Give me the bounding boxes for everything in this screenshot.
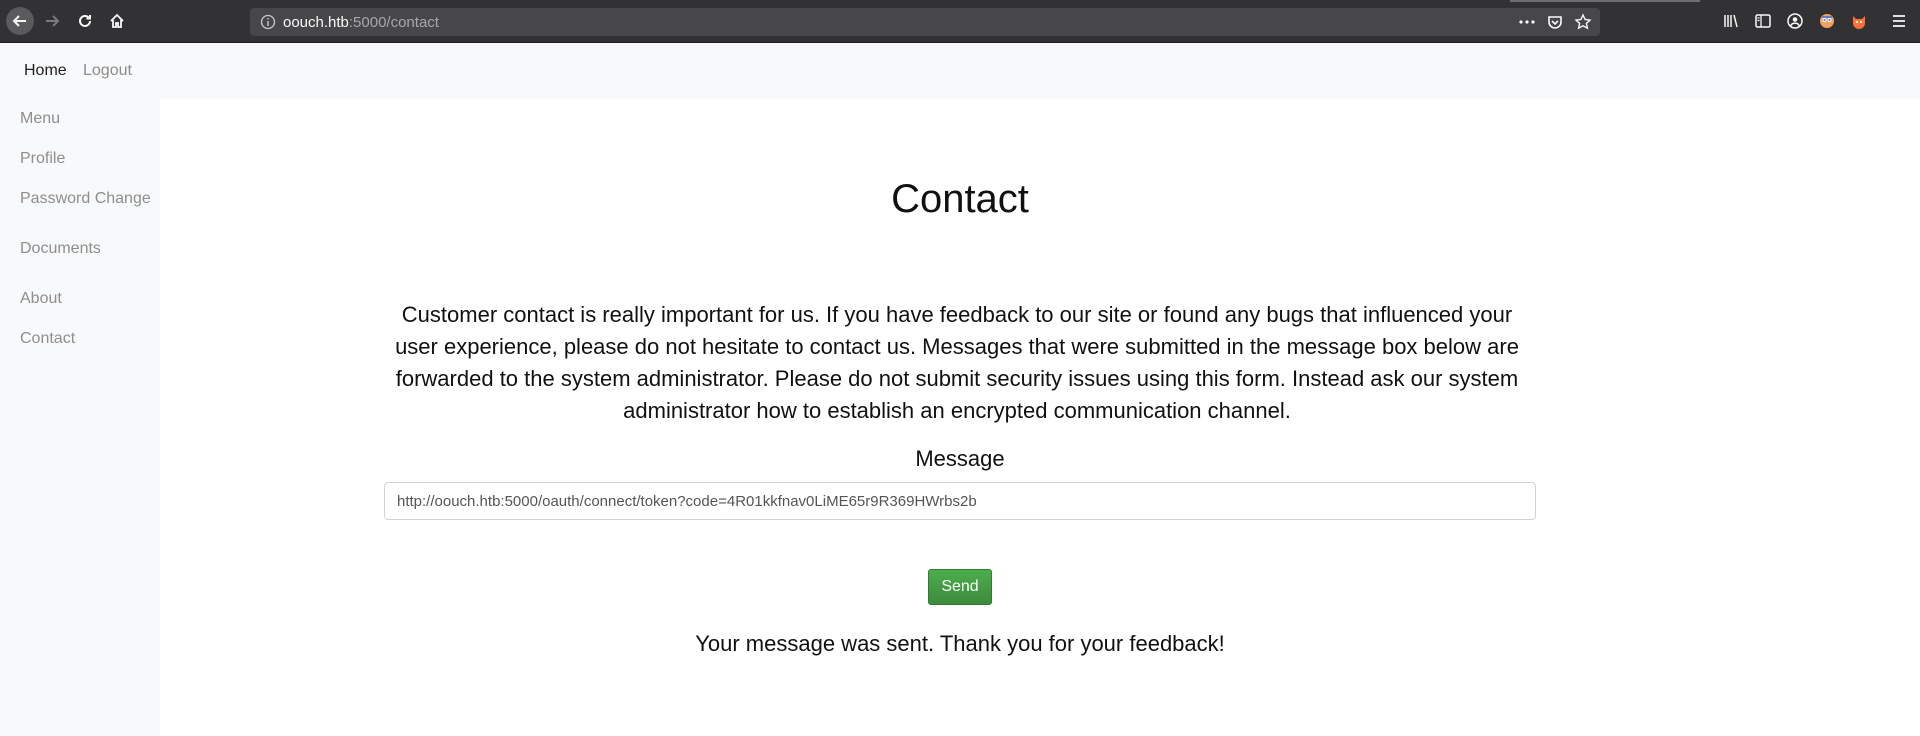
sidebar-item-profile[interactable]: Profile [20, 150, 65, 168]
sidebar-item-password-change[interactable]: Password Change [20, 190, 151, 208]
info-icon[interactable] [260, 14, 276, 30]
url-host: oouch.htb [283, 14, 349, 31]
library-icon[interactable] [1722, 11, 1740, 31]
nav-logout-link[interactable]: Logout [83, 62, 132, 80]
home-button[interactable] [103, 7, 131, 35]
send-button[interactable]: Send [928, 569, 992, 605]
message-label: Message [915, 446, 1005, 471]
sidebar-toggle-icon[interactable] [1754, 11, 1772, 31]
reload-button[interactable] [71, 7, 99, 35]
pocket-icon[interactable] [1546, 13, 1564, 31]
page-title: Contact [891, 177, 1029, 221]
toolbar-right [1722, 11, 1868, 31]
reload-icon [79, 14, 91, 27]
sidebar-item-documents[interactable]: Documents [20, 240, 101, 258]
url-actions [1518, 13, 1592, 31]
message-input[interactable] [384, 482, 1536, 520]
hamburger-menu-icon[interactable] [1890, 11, 1908, 31]
home-icon [110, 13, 124, 28]
contact-intro-text: Customer contact is really important for… [395, 302, 1519, 423]
url-path: :5000/contact [348, 14, 439, 31]
nav-home-link[interactable]: Home [24, 62, 67, 80]
url-text: oouch.htb:5000/contact [283, 14, 439, 31]
status-message: Your message was sent. Thank you for you… [695, 631, 1225, 656]
sidebar: Menu Profile Password Change Documents A… [0, 99, 160, 736]
sidebar-item-about[interactable]: About [20, 290, 62, 308]
arrow-right-icon [46, 15, 60, 27]
sidebar-item-menu[interactable]: Menu [20, 110, 60, 128]
extension-face-icon[interactable] [1818, 11, 1836, 31]
bookmark-star-icon[interactable] [1574, 13, 1592, 31]
top-navbar: Home Logout [0, 43, 1920, 99]
extension-fox-icon[interactable] [1850, 11, 1868, 31]
address-bar[interactable]: oouch.htb:5000/contact [250, 8, 1600, 36]
more-actions-icon[interactable] [1518, 13, 1536, 31]
back-button[interactable] [6, 7, 34, 35]
arrow-left-icon [12, 15, 26, 27]
tab-indicator [1510, 0, 1700, 2]
browser-toolbar: oouch.htb:5000/contact [0, 0, 1920, 43]
forward-button[interactable] [38, 7, 66, 35]
account-icon[interactable] [1786, 11, 1804, 31]
sidebar-item-contact[interactable]: Contact [20, 330, 75, 348]
main-content: Contact Customer contact is really impor… [160, 99, 1920, 736]
